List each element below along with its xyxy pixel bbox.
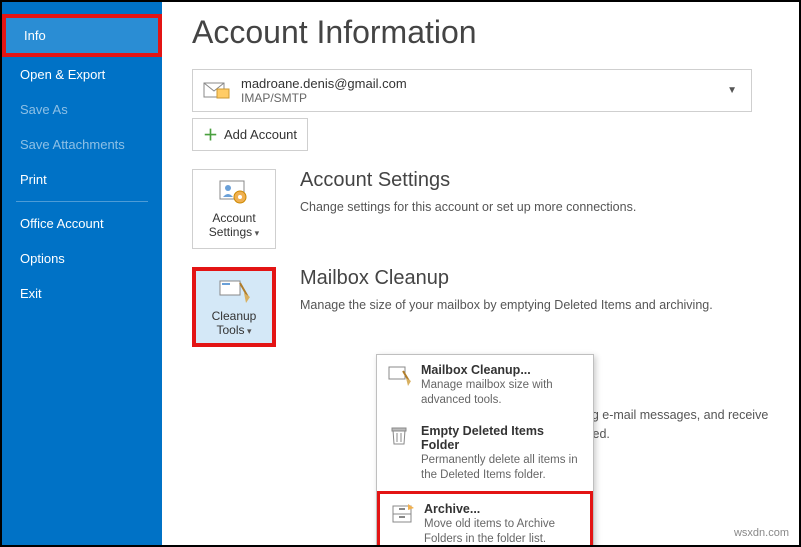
sidebar-item-print[interactable]: Print [2, 162, 162, 197]
add-account-label: Add Account [224, 127, 297, 142]
section-description: Change settings for this account or set … [300, 198, 636, 217]
menu-item-desc: Move old items to Archive Folders in the… [424, 517, 580, 545]
mailbox-cleanup-icon [387, 363, 411, 387]
button-label: Account Settings ▾ [197, 211, 271, 239]
account-info: madroane.denis@gmail.com IMAP/SMTP [241, 76, 723, 105]
sidebar-label: Open & Export [20, 67, 105, 82]
sidebar-item-info[interactable]: Info [2, 14, 162, 57]
section-mailbox-cleanup: Cleanup Tools ▾ Mailbox Cleanup Manage t… [192, 267, 769, 347]
user-gear-icon [218, 179, 250, 207]
cleanup-tools-menu: Mailbox Cleanup... Manage mailbox size w… [376, 354, 594, 545]
section-heading: Mailbox Cleanup [300, 267, 713, 290]
add-account-button[interactable]: ＋ Add Account [192, 118, 308, 151]
archive-icon [390, 502, 414, 526]
sidebar-item-open-export[interactable]: Open & Export [2, 57, 162, 92]
menu-item-archive[interactable]: Archive... Move old items to Archive Fol… [377, 491, 593, 545]
sidebar-label: Save As [20, 102, 68, 117]
section-text: Account Settings Change settings for thi… [300, 169, 636, 217]
menu-item-title: Mailbox Cleanup... [421, 363, 583, 377]
page-title: Account Information [192, 14, 769, 51]
menu-item-mailbox-cleanup[interactable]: Mailbox Cleanup... Manage mailbox size w… [377, 355, 593, 416]
section-account-settings: Account Settings ▾ Account Settings Chan… [192, 169, 769, 249]
section-heading: Account Settings [300, 169, 636, 192]
menu-item-empty-deleted[interactable]: Empty Deleted Items Folder Permanently d… [377, 416, 593, 491]
account-email: madroane.denis@gmail.com [241, 76, 723, 91]
mailbox-broom-icon [218, 277, 250, 305]
section-text: Mailbox Cleanup Manage the size of your … [300, 267, 713, 315]
sidebar-item-exit[interactable]: Exit [2, 276, 162, 311]
sidebar-item-save-as: Save As [2, 92, 162, 127]
menu-item-body: Mailbox Cleanup... Manage mailbox size w… [421, 363, 583, 408]
sidebar-label: Options [20, 251, 65, 266]
sidebar-label: Info [24, 28, 46, 43]
menu-item-body: Empty Deleted Items Folder Permanently d… [421, 424, 583, 483]
menu-item-desc: Permanently delete all items in the Dele… [421, 453, 583, 483]
sidebar-label: Exit [20, 286, 42, 301]
chevron-down-icon[interactable]: ▼ [723, 85, 741, 96]
account-settings-button[interactable]: Account Settings ▾ [192, 169, 276, 249]
backstage-sidebar: Info Open & Export Save As Save Attachme… [2, 2, 162, 545]
menu-item-title: Empty Deleted Items Folder [421, 424, 583, 452]
account-protocol: IMAP/SMTP [241, 91, 723, 105]
account-selector[interactable]: madroane.denis@gmail.com IMAP/SMTP ▼ [192, 69, 752, 112]
watermark: wsxdn.com [734, 527, 789, 539]
cleanup-tools-button[interactable]: Cleanup Tools ▾ [192, 267, 276, 347]
sidebar-label: Print [20, 172, 47, 187]
button-label: Cleanup Tools ▾ [200, 309, 268, 337]
mail-icon [203, 80, 231, 102]
content-area: Account Information madroane.denis@gmail… [162, 2, 799, 545]
sidebar-label: Office Account [20, 216, 104, 231]
menu-item-body: Archive... Move old items to Archive Fol… [424, 502, 580, 545]
sidebar-item-office-account[interactable]: Office Account [2, 206, 162, 241]
section-description: Manage the size of your mailbox by empty… [300, 296, 713, 315]
sidebar-item-options[interactable]: Options [2, 241, 162, 276]
sidebar-separator [16, 201, 148, 202]
menu-item-title: Archive... [424, 502, 580, 516]
sidebar-label: Save Attachments [20, 137, 125, 152]
menu-item-desc: Manage mailbox size with advanced tools. [421, 378, 583, 408]
plus-icon: ＋ [203, 124, 218, 145]
trash-icon [387, 424, 411, 448]
sidebar-item-save-attachments: Save Attachments [2, 127, 162, 162]
